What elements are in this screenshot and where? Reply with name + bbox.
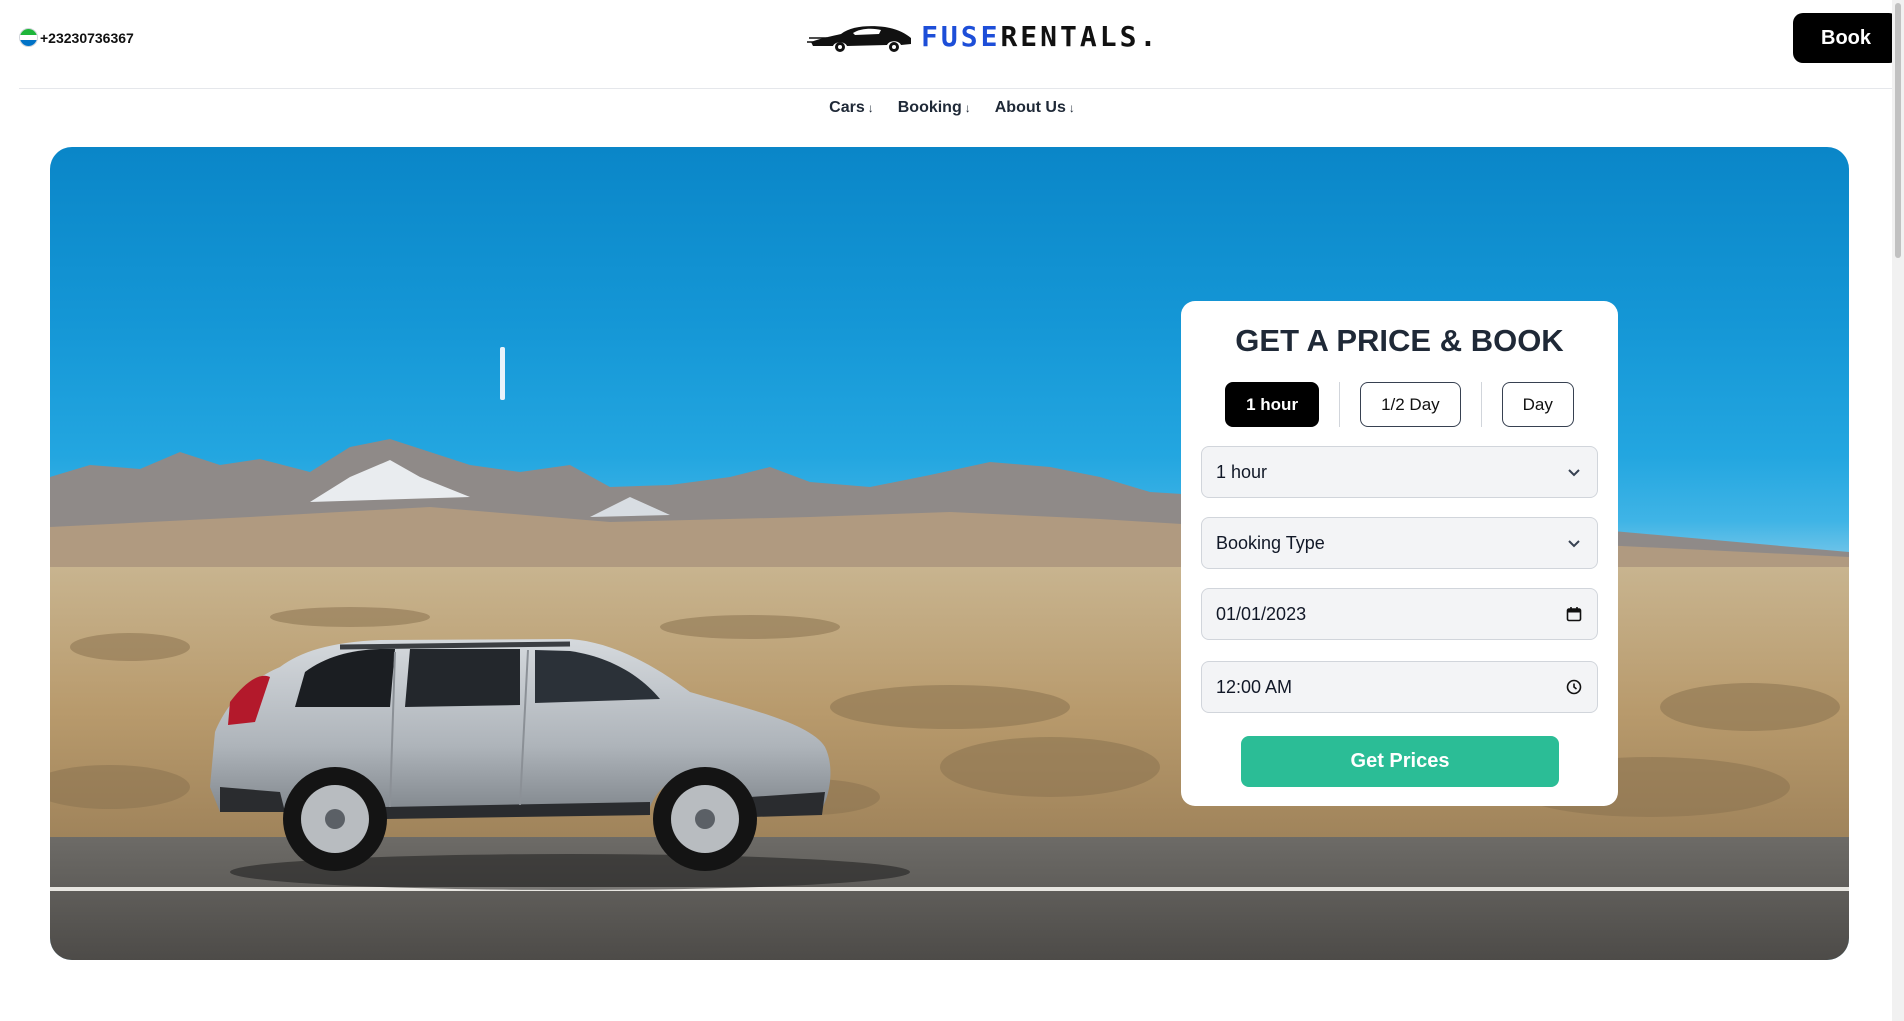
booking-card: GET A PRICE & BOOK 1 hour 1/2 Day Day 1 … — [1181, 301, 1618, 806]
nav-item-cars[interactable]: Cars ↓ — [829, 99, 874, 117]
car-logo-icon — [807, 26, 911, 52]
chevron-down-icon — [1565, 534, 1583, 552]
nav-item-label: Cars — [829, 99, 865, 116]
nav-item-booking[interactable]: Booking ↓ — [898, 99, 971, 117]
phone-contact[interactable]: +23230736367 — [19, 28, 134, 47]
booking-card-title: GET A PRICE & BOOK — [1235, 323, 1564, 358]
arrow-down-icon: ↓ — [1068, 101, 1075, 115]
nav-item-label: Booking — [897, 99, 962, 116]
sierra-leone-flag-icon — [19, 28, 38, 47]
booking-type-select[interactable]: Booking Type — [1201, 517, 1598, 569]
scrollbar-thumb[interactable] — [1895, 3, 1901, 258]
clock-icon[interactable] — [1565, 678, 1583, 696]
page-scrollbar[interactable] — [1892, 0, 1904, 1021]
time-input[interactable]: 12:00 AM — [1201, 661, 1598, 713]
calendar-icon[interactable] — [1565, 605, 1583, 623]
time-value: 12:00 AM — [1216, 676, 1293, 697]
divider — [1480, 382, 1482, 427]
nav-item-label: About Us — [994, 99, 1066, 116]
duration-day-button[interactable]: Day — [1501, 382, 1574, 427]
arrow-down-icon: ↓ — [964, 101, 971, 115]
duration-select[interactable]: 1 hour — [1201, 446, 1598, 498]
chevron-down-icon — [1565, 463, 1583, 481]
logo-wordmark: FUSERENTALS. — [921, 19, 1160, 53]
duration-1-hour-button[interactable]: 1 hour — [1225, 382, 1320, 427]
arrow-down-icon: ↓ — [867, 101, 874, 115]
date-value: 01/01/2023 — [1216, 603, 1307, 624]
site-header: +23230736367 FUSERENTALS. Book — [19, 0, 1899, 89]
duration-half-day-button[interactable]: 1/2 Day — [1360, 382, 1461, 427]
phone-number: +23230736367 — [40, 29, 134, 46]
duration-tabs: 1 hour 1/2 Day Day — [1181, 382, 1618, 427]
booking-type-value: Booking Type — [1216, 532, 1325, 553]
date-input[interactable]: 01/01/2023 — [1201, 588, 1598, 640]
site-logo[interactable]: FUSERENTALS. — [807, 16, 1159, 56]
main-nav: Cars ↓ Booking ↓ About Us ↓ — [0, 99, 1904, 117]
book-button[interactable]: Book — [1793, 13, 1899, 63]
divider — [1339, 382, 1341, 427]
duration-select-value: 1 hour — [1216, 461, 1268, 482]
text-cursor — [500, 347, 505, 400]
nav-item-about-us[interactable]: About Us ↓ — [995, 99, 1075, 117]
get-prices-button[interactable]: Get Prices — [1241, 736, 1559, 787]
